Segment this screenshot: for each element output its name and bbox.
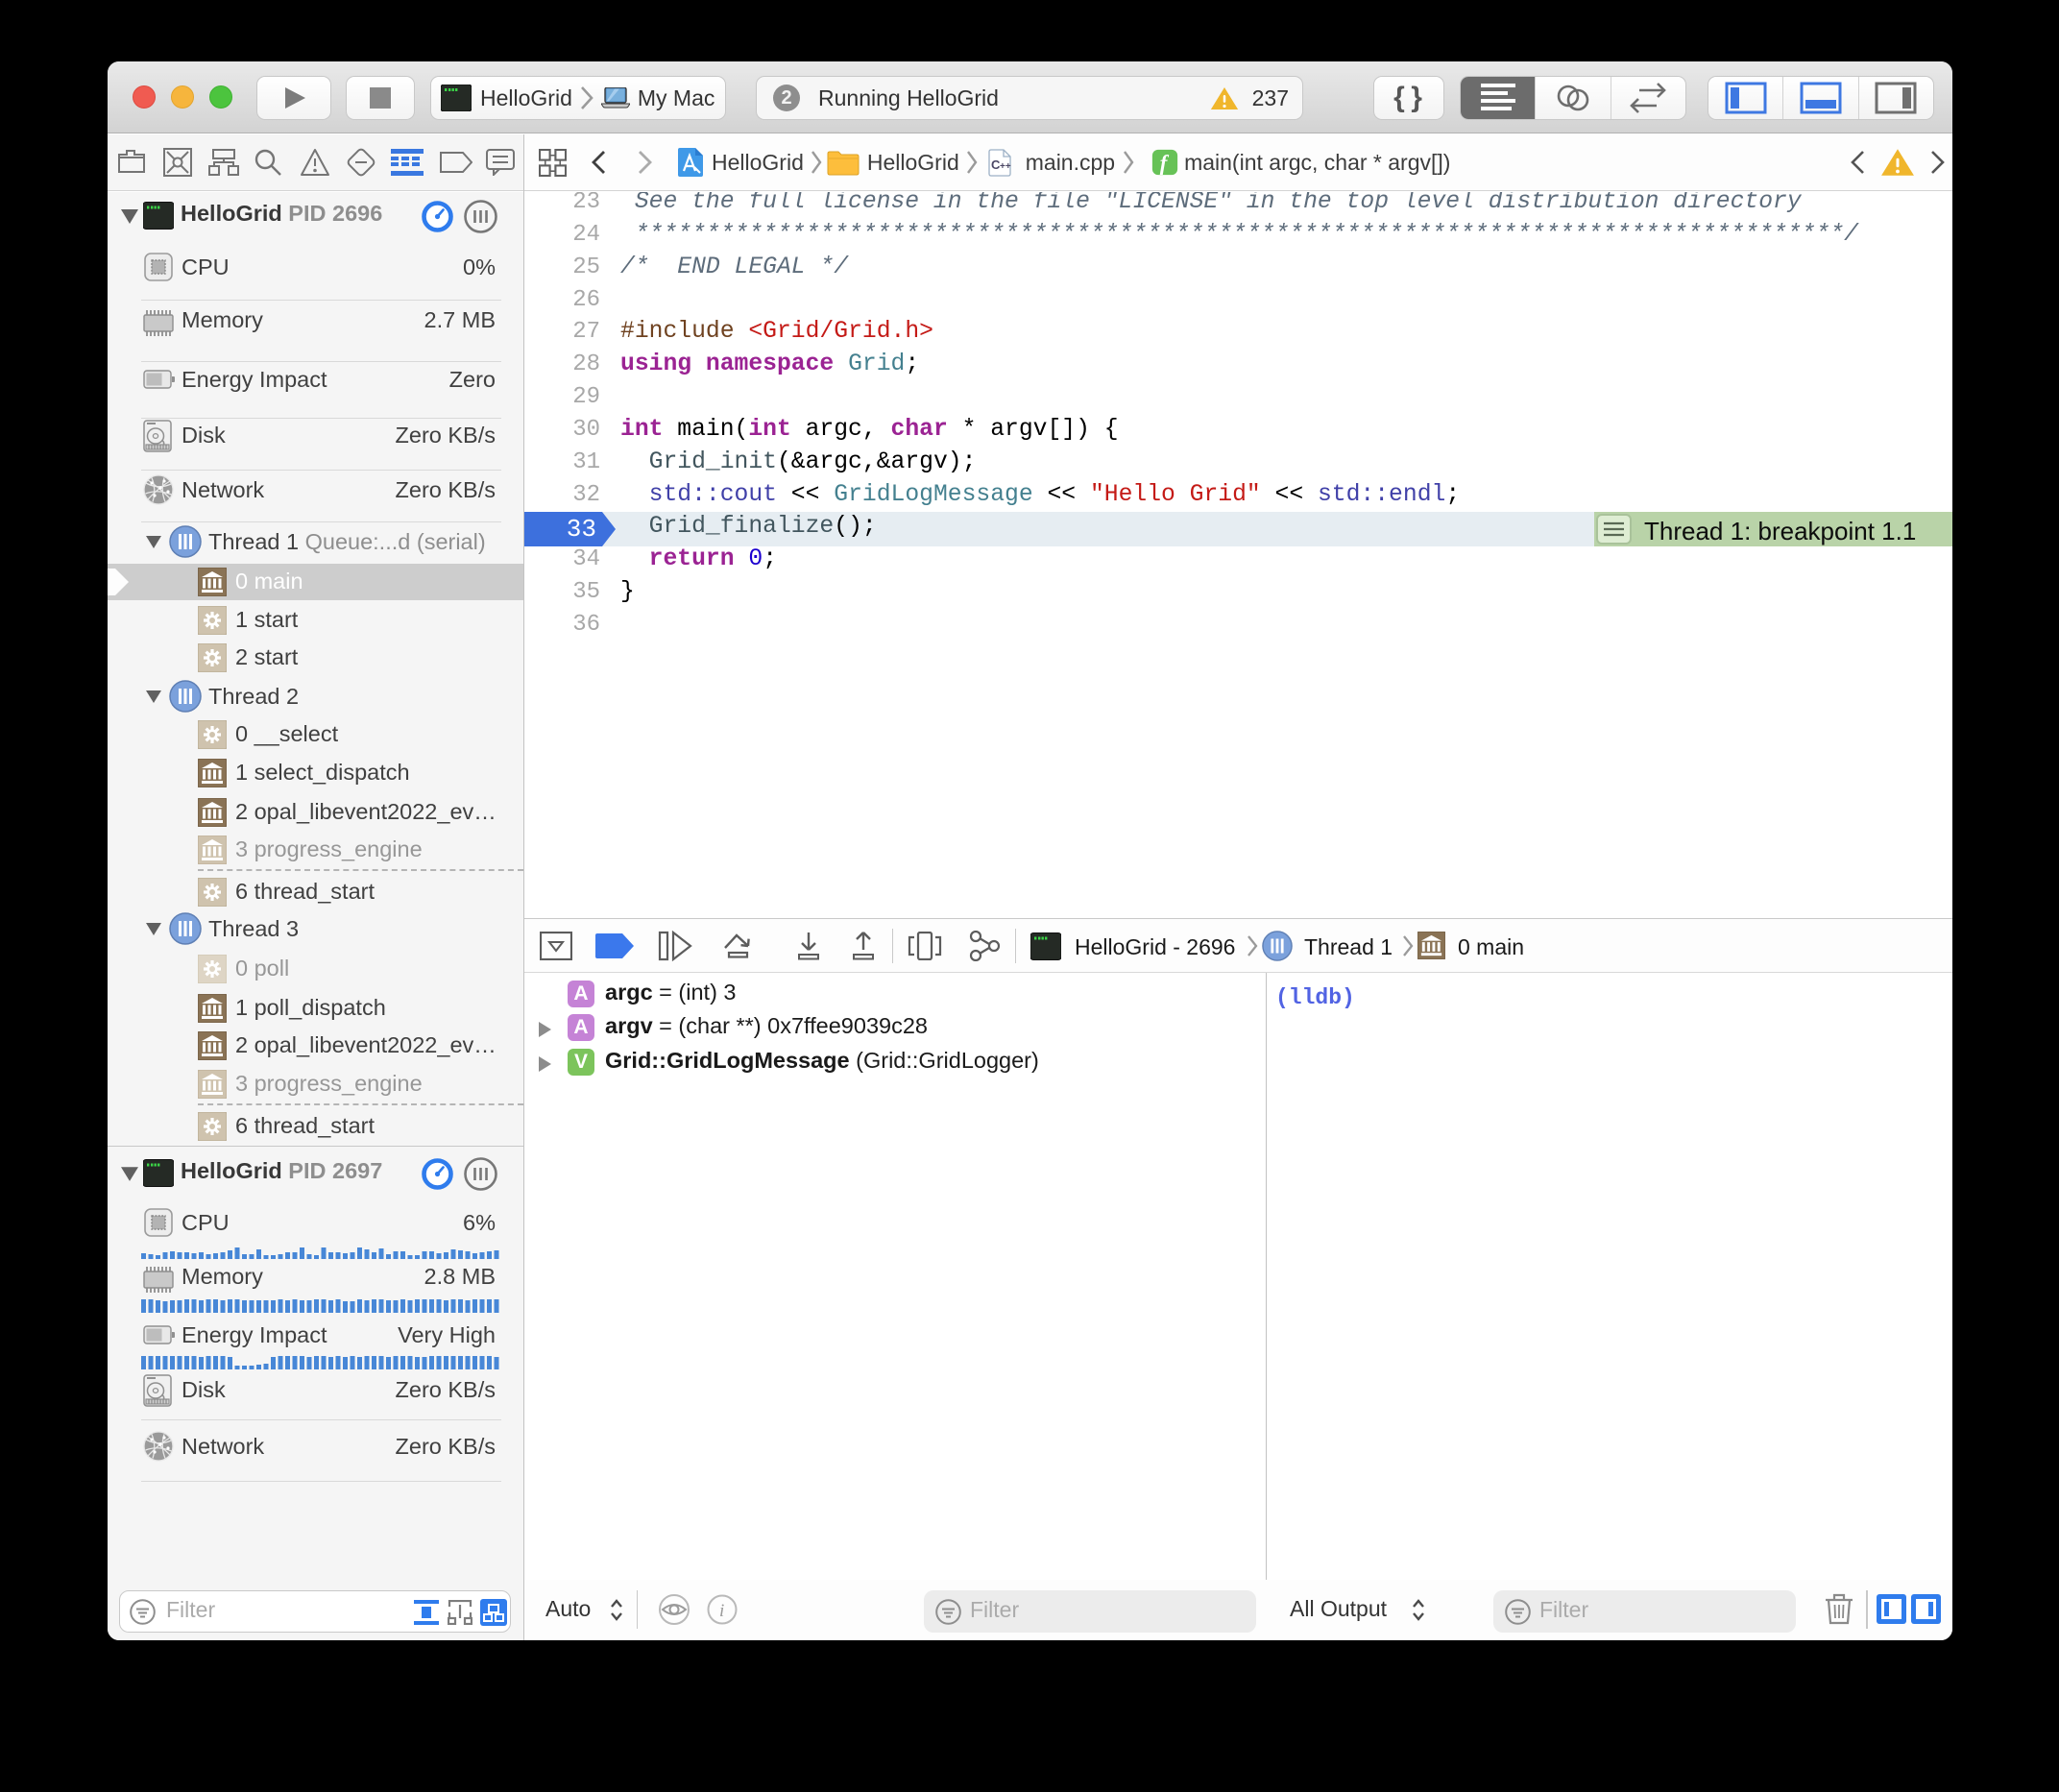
svg-text:i: i: [719, 1601, 724, 1621]
svg-text:++: ++: [1000, 161, 1011, 172]
